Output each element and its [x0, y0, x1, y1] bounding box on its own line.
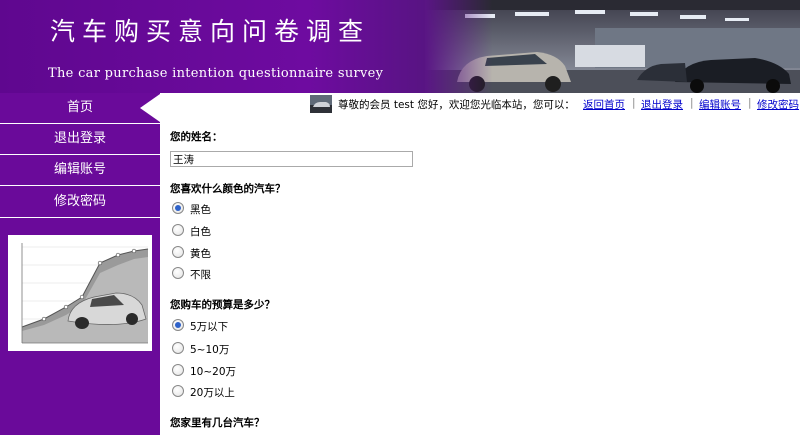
- question-car-count-title: 您家里有几台汽车？: [170, 417, 265, 429]
- showroom-banner-image: [425, 0, 800, 93]
- name-input[interactable]: [170, 151, 413, 167]
- radio-button[interactable]: [172, 364, 184, 376]
- site-title: 汽车购买意向问卷调查: [50, 17, 371, 46]
- active-item-arrow-icon: [140, 94, 160, 122]
- option-label: 5~10万: [190, 344, 230, 356]
- radio-button[interactable]: [172, 267, 184, 279]
- welcome-text: 尊敬的会员 test 您好，欢迎您光临本站，您可以：: [338, 99, 575, 111]
- link-separator: |: [690, 97, 694, 109]
- sidebar: 首页 退出登录 编辑账号 修改密码: [0, 93, 160, 435]
- radio-button[interactable]: [172, 246, 184, 258]
- option-label: 不限: [190, 269, 211, 281]
- site-subtitle: The car purchase intention questionnaire…: [48, 66, 384, 81]
- radio-button[interactable]: [172, 202, 184, 214]
- option-label: 10~20万: [190, 366, 237, 378]
- option-label: 5万以下: [190, 321, 229, 333]
- option-label: 黑色: [190, 204, 211, 216]
- sidebar-item-edit-account[interactable]: 编辑账号: [0, 155, 160, 186]
- link-edit-account[interactable]: 编辑账号: [699, 97, 741, 112]
- question-color-title: 您喜欢什么颜色的汽车？: [170, 183, 286, 195]
- header-title-area: 汽车购买意向问卷调查 The car purchase intention qu…: [0, 0, 440, 93]
- option-label: 20万以上: [190, 387, 235, 399]
- link-separator: |: [632, 97, 636, 109]
- user-avatar-icon: [310, 95, 332, 113]
- radio-button[interactable]: [172, 319, 184, 331]
- question-budget-title: 您购车的预算是多少？: [170, 299, 275, 311]
- link-change-password[interactable]: 修改密码: [757, 97, 799, 112]
- option-label: 黄色: [190, 248, 211, 260]
- sidebar-item-logout[interactable]: 退出登录: [0, 124, 160, 155]
- questionnaire-form: 您的姓名： 您喜欢什么颜色的汽车？ 黑色 白色 黄色 不限 您购车的预算是多少？…: [160, 117, 800, 435]
- option-label: 白色: [190, 226, 211, 238]
- car-chart-image: [8, 235, 152, 351]
- page-header: 汽车购买意向问卷调查 The car purchase intention qu…: [0, 0, 800, 93]
- radio-button[interactable]: [172, 224, 184, 236]
- sidebar-item-change-password[interactable]: 修改密码: [0, 187, 160, 218]
- link-separator: |: [748, 97, 752, 109]
- radio-button[interactable]: [172, 385, 184, 397]
- link-logout[interactable]: 退出登录: [641, 97, 683, 112]
- radio-button[interactable]: [172, 342, 184, 354]
- link-home[interactable]: 返回首页: [583, 97, 625, 112]
- sidebar-item-home[interactable]: 首页: [0, 93, 160, 124]
- question-name-title: 您的姓名：: [170, 131, 223, 143]
- welcome-bar: 尊敬的会员 test 您好，欢迎您光临本站，您可以： 返回首页 | 退出登录 |…: [160, 93, 800, 117]
